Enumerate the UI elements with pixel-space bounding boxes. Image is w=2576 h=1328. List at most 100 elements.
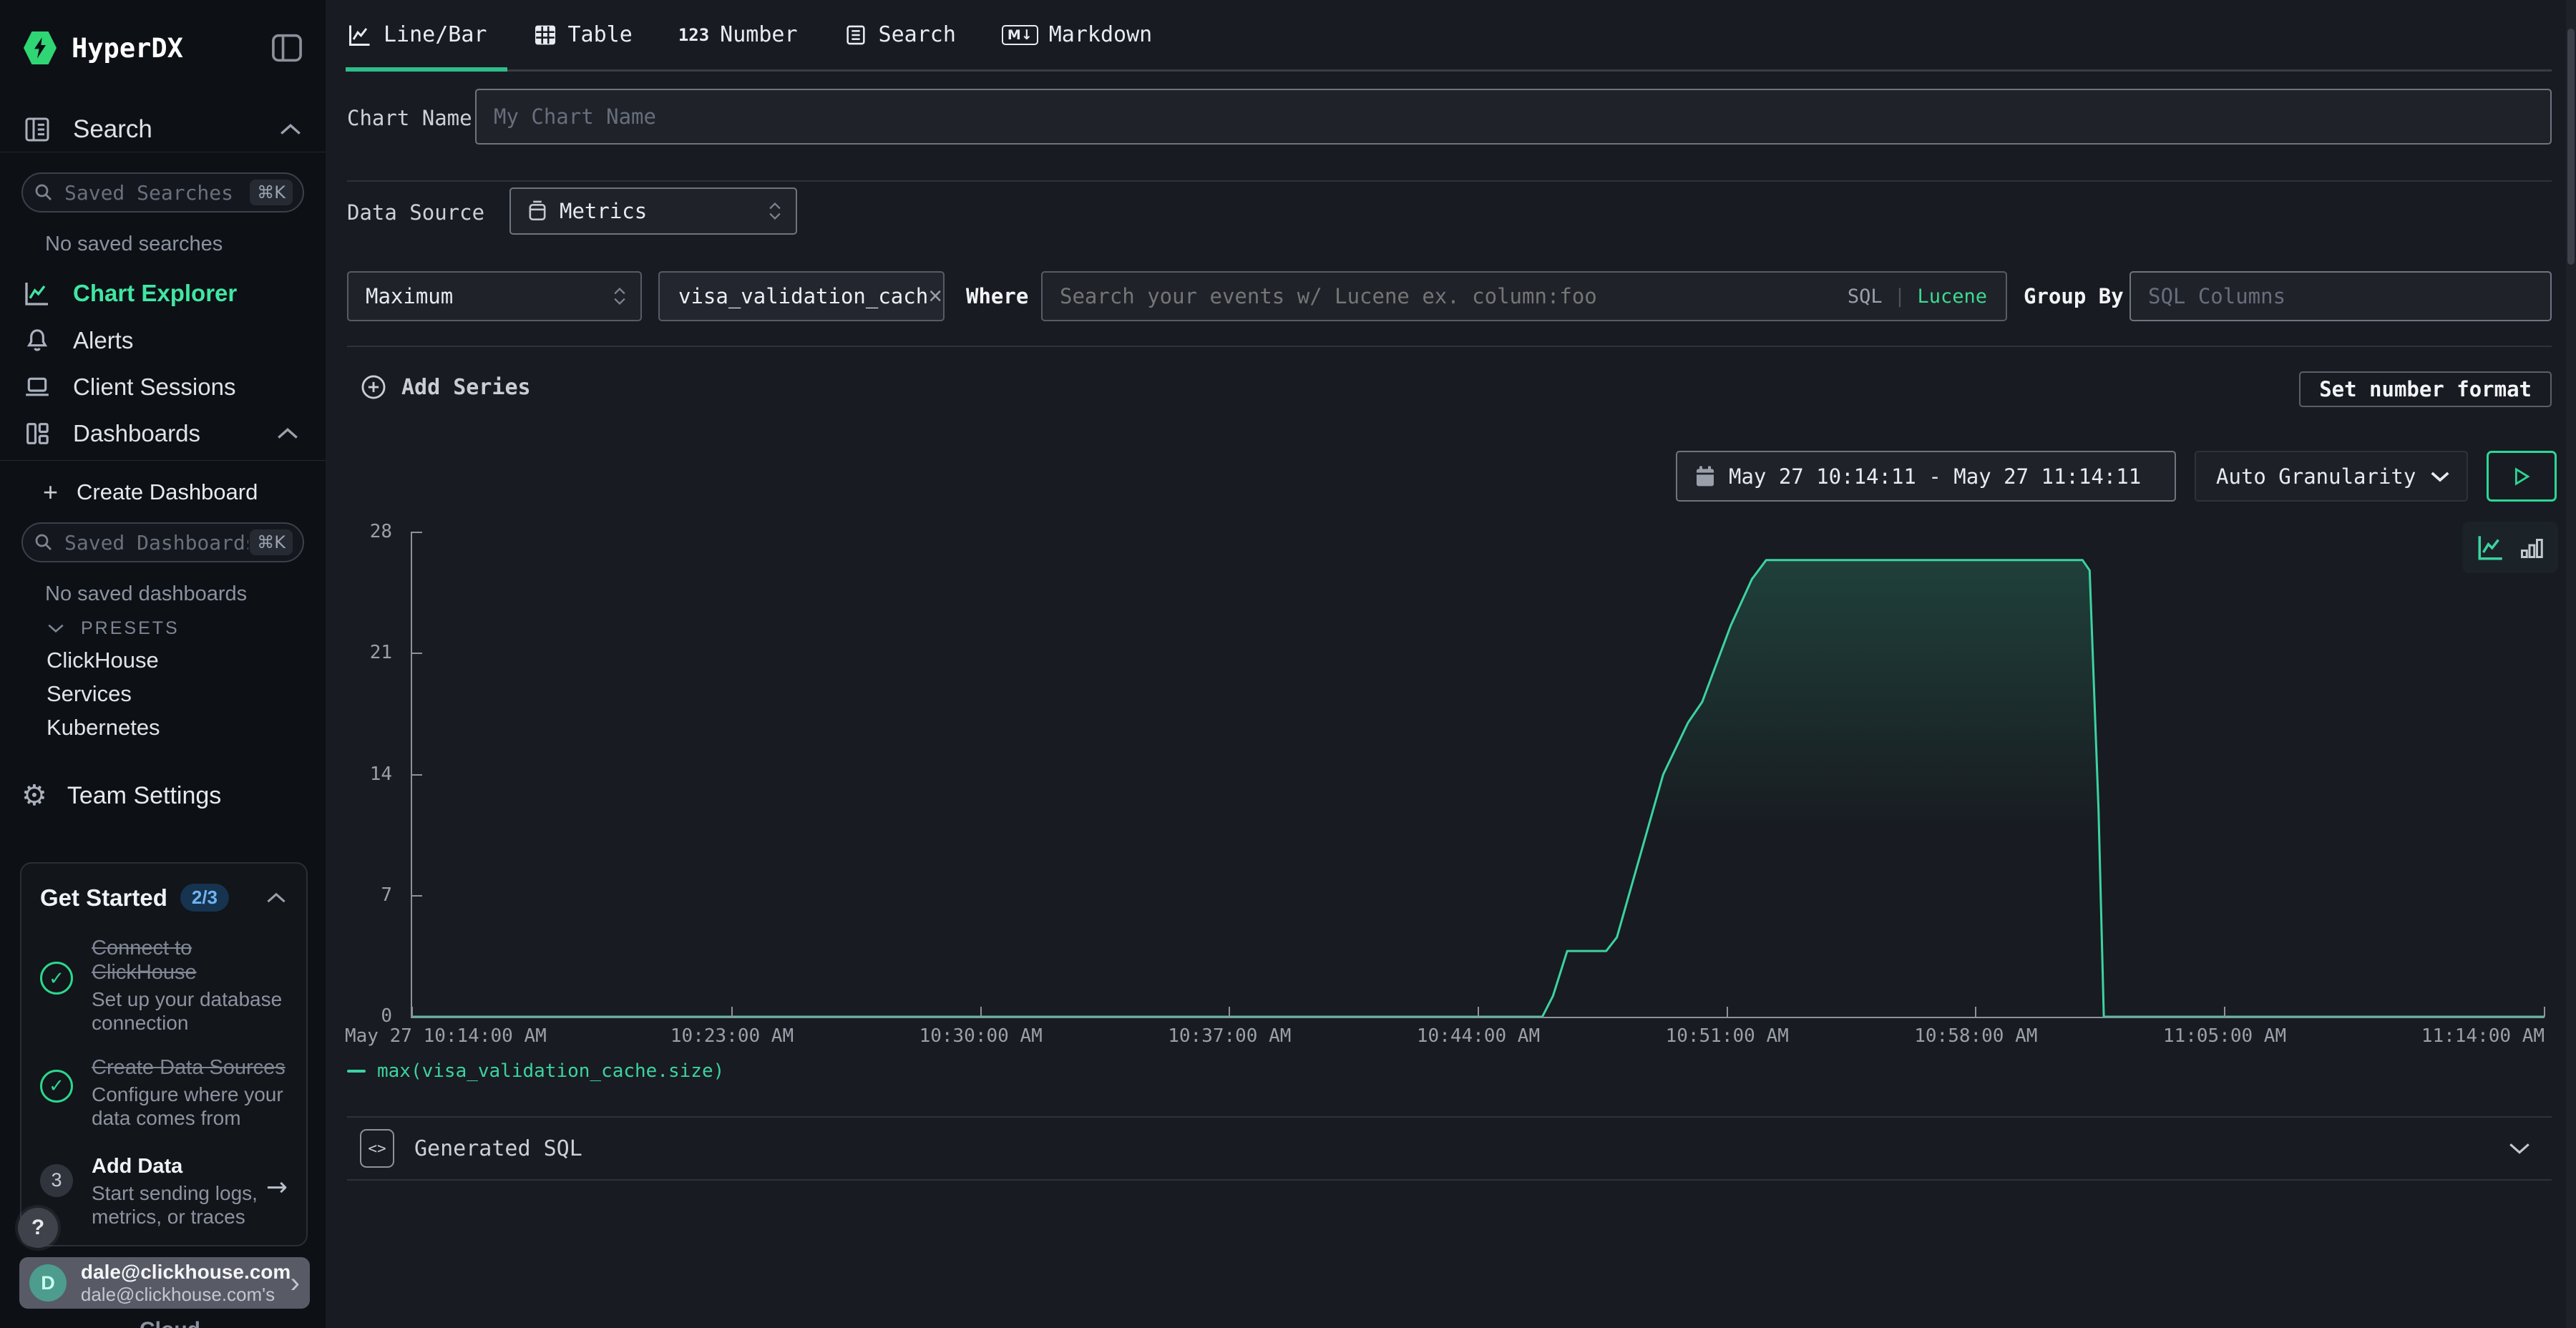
x-tick-label: May 27 10:14:00 AM	[345, 1025, 547, 1047]
no-saved-searches-text: No saved searches	[45, 233, 223, 256]
lang-sql[interactable]: SQL	[1848, 285, 1883, 308]
chart-name-input[interactable]	[477, 104, 2550, 129]
lang-lucene[interactable]: Lucene	[1917, 285, 1987, 308]
team-settings-item[interactable]: ⚙ Team Settings	[21, 780, 221, 811]
group-by-input[interactable]	[2131, 284, 2550, 308]
lang-separator: |	[1894, 285, 1906, 308]
saved-searches-search[interactable]: ⌘K	[21, 172, 304, 213]
search-icon	[33, 182, 54, 203]
preset-services[interactable]: Services	[47, 681, 132, 707]
close-icon[interactable]: ×	[928, 283, 942, 311]
preset-kubernetes[interactable]: Kubernetes	[47, 715, 160, 741]
chart-plot-area[interactable]	[412, 532, 2545, 1017]
x-tick-label: 10:51:00 AM	[1666, 1025, 1789, 1047]
get-started-panel: Get Started 2/3 ✓ Connect to ClickHouse …	[20, 862, 308, 1246]
get-started-item[interactable]: ✓ Connect to ClickHouse Set up your data…	[21, 912, 306, 1035]
chevron-up-icon[interactable]	[265, 892, 288, 904]
avatar-initial: D	[41, 1272, 55, 1294]
add-series-button[interactable]: Add Series	[360, 374, 531, 401]
sidebar-header: HyperDX	[23, 30, 303, 66]
plus-icon: +	[43, 477, 58, 507]
x-tick-label: 11:14:00 AM	[2421, 1025, 2545, 1047]
plus-circle-icon	[360, 374, 387, 401]
sidebar-item-label: Client Sessions	[73, 374, 235, 401]
user-menu[interactable]: D dale@clickhouse.com dale@clickhouse.co…	[19, 1257, 310, 1309]
aggregation-select[interactable]: Maximum	[347, 271, 642, 321]
preset-clickhouse[interactable]: ClickHouse	[47, 648, 159, 673]
sidebar-item-label: Dashboards	[73, 420, 200, 447]
scrollbar-thumb[interactable]	[2567, 29, 2575, 265]
set-number-format-button[interactable]: Set number format	[2299, 371, 2552, 407]
tab-label: Table	[568, 22, 633, 47]
number-123-icon: 123	[678, 25, 709, 45]
y-tick-label: 21	[370, 642, 392, 663]
saved-searches-input[interactable]	[63, 180, 250, 205]
database-icon	[527, 200, 548, 223]
tab-number[interactable]: 123 Number	[678, 0, 798, 69]
tab-table[interactable]: Table	[533, 0, 633, 69]
sidebar-item-label: Alerts	[73, 327, 133, 354]
where-input[interactable]	[1043, 284, 1848, 308]
step-number-badge: 3	[40, 1164, 73, 1197]
line-bar-chart-icon	[347, 22, 373, 48]
granularity-value: Auto Granularity	[2216, 464, 2416, 489]
get-started-item[interactable]: 3 Add Data Start sending logs, metrics, …	[21, 1130, 306, 1229]
create-dashboard-button[interactable]: + Create Dashboard	[43, 478, 258, 507]
get-started-item-desc: Start sending logs, metrics, or traces	[92, 1181, 266, 1229]
tab-label: Number	[720, 22, 797, 47]
help-button[interactable]: ?	[18, 1208, 58, 1248]
shortcut-badge: ⌘K	[250, 180, 293, 205]
sidebar-item-dashboards[interactable]: Dashboards	[0, 414, 326, 454]
chart-legend[interactable]: max(visa_validation_cache.size)	[347, 1060, 724, 1082]
x-tick-label: 11:05:00 AM	[2163, 1025, 2286, 1047]
get-started-item[interactable]: ✓ Create Data Sources Configure where yo…	[21, 1035, 306, 1130]
search-section-header[interactable]: Search	[23, 113, 303, 146]
sidebar-collapse-icon[interactable]	[271, 34, 303, 62]
sidebar-item-client-sessions[interactable]: Client Sessions	[0, 367, 326, 407]
metric-chip[interactable]: visa_validation_cach ×	[658, 271, 945, 321]
granularity-select[interactable]: Auto Granularity	[2195, 451, 2468, 502]
saved-dashboards-search[interactable]: ⌘K	[21, 522, 304, 562]
table-icon	[533, 23, 557, 47]
select-chevrons-icon	[612, 287, 628, 306]
markdown-icon: M↓	[1002, 25, 1038, 45]
legend-line-swatch	[347, 1070, 366, 1073]
presets-toggle[interactable]: PRESETS	[47, 617, 180, 640]
sidebar-item-alerts[interactable]: Alerts	[0, 321, 326, 361]
saved-dashboards-input[interactable]	[63, 530, 250, 555]
select-chevrons-icon	[767, 202, 783, 220]
chevron-down-icon	[47, 622, 65, 634]
step-number: 3	[51, 1169, 62, 1191]
date-range-picker[interactable]: May 27 10:14:11 - May 27 11:14:11	[1676, 451, 2176, 502]
app-title: HyperDX	[72, 33, 183, 64]
team-settings-label: Team Settings	[67, 782, 221, 810]
user-email: dale@clickhouse.com	[81, 1261, 291, 1284]
get-started-progress-badge: 2/3	[180, 884, 229, 912]
run-query-button[interactable]	[2487, 451, 2557, 502]
scrollbar[interactable]	[2566, 0, 2576, 1328]
chevron-down-icon[interactable]	[2507, 1141, 2532, 1156]
main-content: Line/Bar Table 123 Number Search M↓ Mark…	[326, 0, 2576, 1328]
code-icon: <>	[360, 1129, 394, 1168]
y-tick-label: 14	[370, 763, 392, 785]
where-field: SQL | Lucene	[1041, 271, 2007, 321]
x-axis-line	[411, 1017, 2545, 1018]
generated-sql-panel[interactable]: <> Generated SQL	[347, 1116, 2552, 1181]
x-tick-label: 10:37:00 AM	[1168, 1025, 1291, 1047]
gear-icon: ⚙	[21, 779, 47, 812]
y-tick-label: 28	[370, 521, 392, 542]
series-area-fill	[412, 560, 2545, 1017]
tab-line-bar[interactable]: Line/Bar	[347, 0, 487, 69]
group-by-label: Group By	[2024, 284, 2124, 308]
query-language-toggle[interactable]: SQL | Lucene	[1848, 285, 1987, 308]
search-icon	[33, 532, 54, 553]
dashboards-icon	[23, 419, 52, 448]
chart-name-label: Chart Name	[347, 106, 472, 130]
sidebar-item-label: Chart Explorer	[73, 280, 237, 307]
series-line	[412, 560, 2545, 1017]
data-source-select[interactable]: Metrics	[509, 187, 797, 235]
x-tick-label: 10:23:00 AM	[670, 1025, 794, 1047]
tab-search[interactable]: Search	[844, 0, 956, 69]
sidebar-item-chart-explorer[interactable]: Chart Explorer	[0, 273, 326, 313]
tab-markdown[interactable]: M↓ Markdown	[1002, 0, 1152, 69]
